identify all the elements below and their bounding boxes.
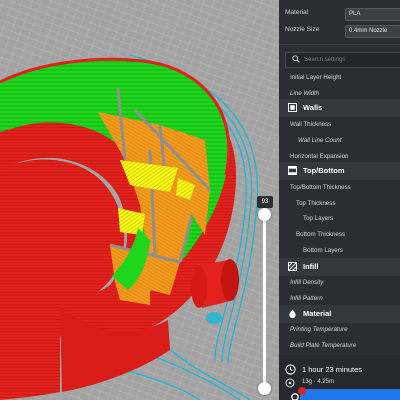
setting-horizontal-expansion[interactable]: Horizontal Expansion xyxy=(290,153,348,160)
divider xyxy=(279,44,400,45)
material-label: Material xyxy=(285,9,309,16)
category-top-bottom-label: Top/Bottom xyxy=(303,166,345,175)
setting-infill-density[interactable]: Infill Density xyxy=(290,279,323,286)
layer-slider[interactable]: 93 xyxy=(257,196,273,400)
layer-number-badge: 93 xyxy=(257,196,273,208)
setting-wall-line-count[interactable]: Wall Line Count xyxy=(298,137,342,144)
material-icon xyxy=(289,309,296,318)
spool-icon xyxy=(285,378,295,388)
material-select[interactable]: PLA xyxy=(345,8,400,21)
infill-icon xyxy=(288,262,297,271)
slice-button[interactable] xyxy=(300,389,400,400)
top-bottom-icon xyxy=(288,166,297,175)
setting-top-thickness[interactable]: Top Thickness xyxy=(296,200,335,207)
material-usage: 13g · 4.25m xyxy=(302,379,335,385)
clock-icon xyxy=(285,364,296,375)
category-walls[interactable]: Walls xyxy=(279,99,400,117)
print-time: 1 hour 23 minutes xyxy=(302,365,363,374)
category-top-bottom[interactable]: Top/Bottom xyxy=(279,162,400,180)
print-settings-panel: Material PLA Nozzle Size 0.4mm Nozzle In… xyxy=(279,0,400,400)
category-walls-label: Walls xyxy=(303,103,323,112)
setting-initial-layer-height[interactable]: Initial Layer Height xyxy=(290,74,341,81)
category-material-label: Material xyxy=(303,309,332,318)
nozzle-size-select[interactable]: 0.4mm Nozzle xyxy=(345,25,400,38)
layer-view-render xyxy=(0,54,259,400)
layer-slider-track[interactable] xyxy=(263,210,266,392)
settings-search[interactable] xyxy=(285,52,400,68)
setting-top-layers[interactable]: Top Layers xyxy=(303,215,333,222)
category-infill[interactable]: Infill xyxy=(279,258,400,276)
setting-line-width[interactable]: Line Width xyxy=(290,90,319,97)
layer-slider-top-handle[interactable] xyxy=(258,208,271,221)
category-material[interactable]: Material xyxy=(279,305,400,323)
setting-top-bottom-thickness[interactable]: Top/Bottom Thickness xyxy=(290,184,351,191)
setting-bottom-layers[interactable]: Bottom Layers xyxy=(303,247,343,254)
layer-slider-bottom-handle[interactable] xyxy=(258,382,271,395)
category-infill-label: Infill xyxy=(303,262,319,271)
3d-viewport[interactable]: 93 xyxy=(0,0,280,400)
alert-icon xyxy=(298,387,306,395)
material-row: Material PLA xyxy=(279,6,400,22)
setting-infill-pattern[interactable]: Infill Pattern xyxy=(290,295,323,302)
setting-build-plate-temperature[interactable]: Build Plate Temperature xyxy=(290,342,356,349)
nozzle-row: Nozzle Size 0.4mm Nozzle xyxy=(279,23,400,39)
search-input[interactable] xyxy=(304,54,400,65)
setting-wall-thickness[interactable]: Wall Thickness xyxy=(290,121,331,128)
walls-icon xyxy=(288,103,297,112)
search-icon xyxy=(292,55,300,63)
nozzle-size-label: Nozzle Size xyxy=(285,26,320,33)
setting-printing-temperature[interactable]: Printing Temperature xyxy=(290,326,348,333)
setting-bottom-thickness[interactable]: Bottom Thickness xyxy=(296,231,345,238)
